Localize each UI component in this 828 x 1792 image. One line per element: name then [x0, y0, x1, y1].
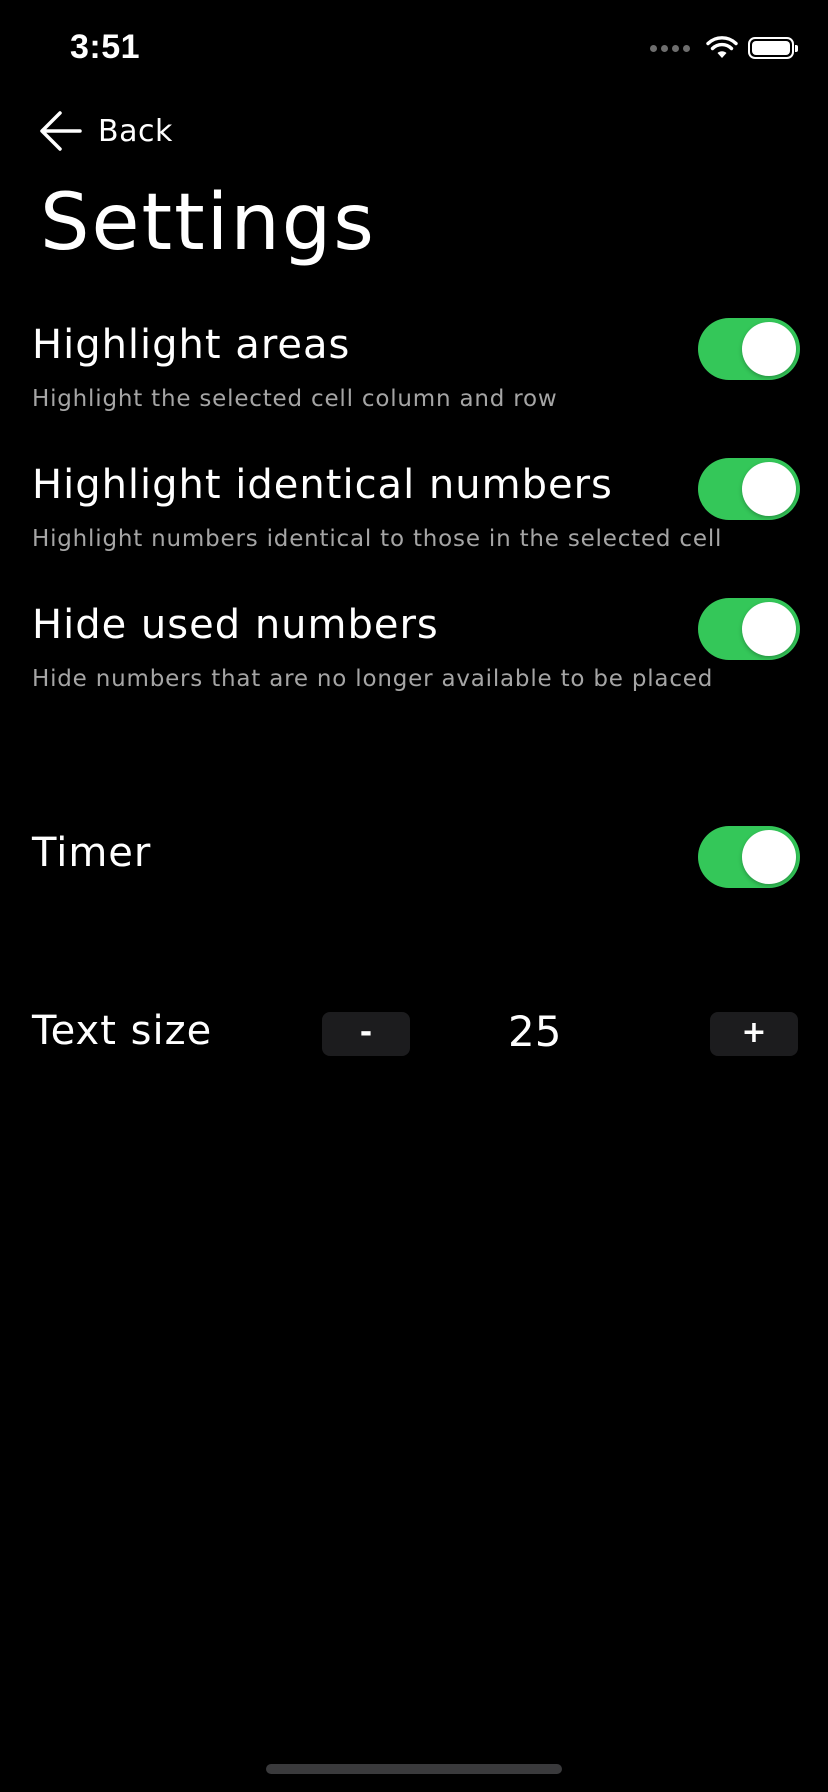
text-size-label: Text size — [32, 1008, 213, 1054]
toggle-knob — [742, 602, 796, 656]
status-time: 3:51 — [70, 28, 141, 66]
setting-label: Highlight identical numbers — [32, 462, 613, 508]
toggle-knob — [742, 830, 796, 884]
page-title: Settings — [40, 178, 376, 268]
setting-description: Highlight numbers identical to those in … — [32, 526, 723, 552]
battery-icon — [748, 37, 798, 59]
signal-dots-icon — [650, 44, 690, 52]
timer-toggle[interactable] — [698, 826, 800, 888]
text-size-row: Text size - 25 + — [32, 1002, 798, 1062]
arrow-left-icon — [40, 111, 82, 151]
hide-used-numbers-toggle[interactable] — [698, 598, 800, 660]
decrease-text-size-button[interactable]: - — [322, 1012, 410, 1056]
highlight-areas-toggle[interactable] — [698, 318, 800, 380]
setting-label: Hide used numbers — [32, 602, 439, 648]
wifi-icon — [706, 36, 738, 58]
toggle-knob — [742, 322, 796, 376]
setting-label: Highlight areas — [32, 322, 351, 368]
status-icons — [650, 36, 798, 60]
toggle-knob — [742, 462, 796, 516]
status-bar: 3:51 — [0, 0, 828, 100]
text-size-value: 25 — [508, 1007, 562, 1056]
home-indicator — [266, 1764, 562, 1774]
setting-label: Timer — [32, 830, 152, 876]
back-label: Back — [98, 113, 173, 149]
setting-description: Hide numbers that are no longer availabl… — [32, 666, 714, 692]
back-button[interactable]: Back — [38, 108, 173, 154]
setting-description: Highlight the selected cell column and r… — [32, 386, 558, 412]
increase-text-size-button[interactable]: + — [710, 1012, 798, 1056]
highlight-identical-numbers-toggle[interactable] — [698, 458, 800, 520]
